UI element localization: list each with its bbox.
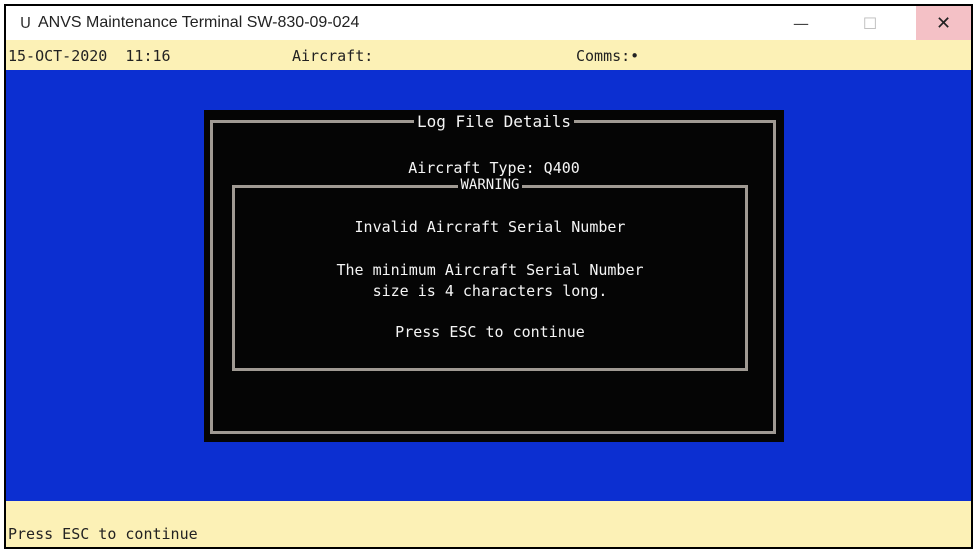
dialog-title: Log File Details bbox=[204, 112, 784, 131]
app-icon: U bbox=[20, 14, 31, 32]
warning-title: WARNING bbox=[235, 177, 745, 193]
dialog-title-text: Log File Details bbox=[413, 112, 575, 131]
footer-message: Press ESC to continue bbox=[8, 525, 198, 543]
terminal-window: U ANVS Maintenance Terminal SW-830-09-02… bbox=[4, 4, 973, 549]
message-bar: Press ESC to continue bbox=[6, 501, 971, 547]
close-icon: ✕ bbox=[935, 12, 952, 34]
date-time: 15-OCT-2020 11:16 bbox=[8, 47, 171, 65]
warning-message: Invalid Aircraft Serial Number bbox=[354, 218, 626, 236]
warning-detail-line-1: The minimum Aircraft Serial Number bbox=[336, 261, 644, 279]
warning-instruction: Press ESC to continue bbox=[395, 323, 585, 341]
minimize-button[interactable]: — bbox=[778, 6, 824, 40]
warning-detail-line-2: size is 4 characters long. bbox=[372, 282, 608, 300]
aircraft-type: Aircraft Type: Q400 bbox=[408, 159, 580, 177]
window-title: ANVS Maintenance Terminal SW-830-09-024 bbox=[38, 14, 360, 31]
maximize-icon: ☐ bbox=[862, 13, 878, 33]
warning-title-text: WARNING bbox=[458, 177, 522, 193]
terminal-area: Log File Details Aircraft Type: Q400 WAR… bbox=[6, 70, 971, 501]
aircraft-label: Aircraft: bbox=[292, 47, 374, 65]
maximize-button[interactable]: ☐ bbox=[847, 6, 893, 40]
comms-label: Comms:• bbox=[576, 47, 640, 65]
close-button[interactable]: ✕ bbox=[916, 6, 971, 40]
minimize-icon: — bbox=[793, 13, 809, 33]
warning-box: WARNING Invalid Aircraft Serial Number T… bbox=[232, 177, 748, 371]
title-bar[interactable]: U ANVS Maintenance Terminal SW-830-09-02… bbox=[6, 6, 971, 40]
log-file-details-dialog: Log File Details Aircraft Type: Q400 WAR… bbox=[204, 110, 784, 442]
status-bar: 15-OCT-2020 11:16 Aircraft: Comms:• bbox=[6, 40, 971, 70]
